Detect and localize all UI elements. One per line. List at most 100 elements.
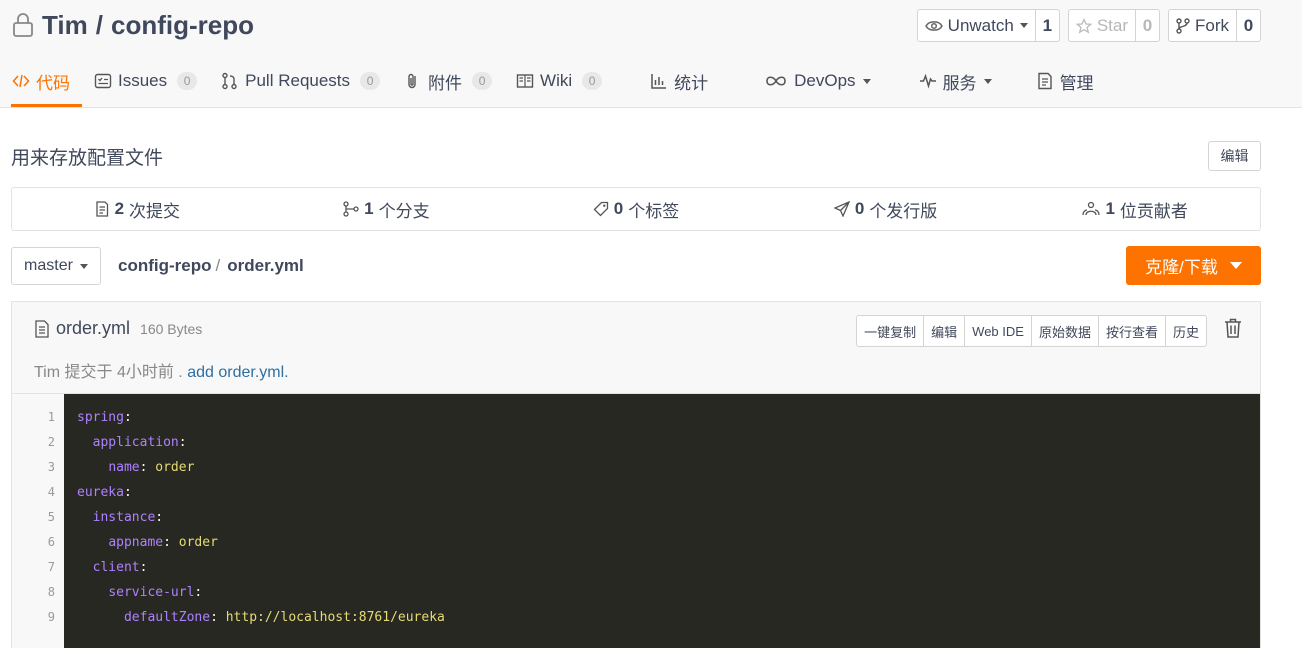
line-number[interactable]: 4 [12,483,64,508]
web-ide-button[interactable]: Web IDE [964,316,1031,346]
line-number[interactable]: 5 [12,508,64,533]
line-number[interactable]: 6 [12,533,64,558]
yaml-colon: : [139,560,148,575]
star-count[interactable]: 0 [1135,10,1159,41]
stat-label: 次提交 [129,201,181,221]
code-content: spring: application: name: order eureka:… [64,394,1260,648]
stat-tags[interactable]: 0 个标签 [511,188,761,230]
branch-icon [343,201,359,217]
breadcrumb-separator: / [215,256,221,275]
stat-count: 2 [114,199,125,218]
commit-time: 提交于 4小时前 . [64,364,183,381]
raw-button[interactable]: 原始数据 [1030,316,1098,346]
stat-commits[interactable]: 2 次提交 [12,188,262,230]
watch-count[interactable]: 1 [1034,10,1059,41]
tab-devops[interactable]: DevOps [720,58,882,104]
yaml-key: instance [92,510,156,525]
edit-file-button[interactable]: 编辑 [923,316,964,346]
fork-label: Fork [1195,15,1229,35]
repo-name-link[interactable]: config-repo [111,10,254,41]
trash-icon[interactable] [1224,318,1242,338]
stat-branches[interactable]: 1 个分支 [262,188,512,230]
tab-services[interactable]: 服务 [883,58,1004,104]
eye-icon [924,20,943,31]
chevron-down-icon [1229,262,1242,269]
star-button[interactable]: Star [1069,10,1135,41]
file-title: order.yml 160 Bytes [34,318,202,339]
stat-contributors[interactable]: 1 位贡献者 [1010,188,1260,230]
fork-button[interactable]: Fork [1169,10,1236,41]
line-number[interactable]: 3 [12,458,64,483]
tab-pull-requests[interactable]: Pull Requests 0 [209,58,392,104]
copy-button[interactable]: 一键复制 [857,316,923,346]
file-viewer: order.yml 160 Bytes 一键复制 编辑 Web IDE 原始数据… [11,301,1261,648]
stat-label: 位贡献者 [1119,201,1188,221]
watch-label: Unwatch [947,15,1014,35]
repo-stats-bar: 2 次提交 1 个分支 0 个标签 0 个发行版 1 位贡献者 [11,187,1261,231]
tab-issues[interactable]: Issues 0 [82,58,209,104]
yaml-value: http://localhost:8761/eureka [225,610,445,625]
tab-label: Issues [118,71,168,90]
code-line: application: [77,433,1260,458]
history-button[interactable]: 历史 [1164,316,1206,346]
fork-count[interactable]: 0 [1236,10,1260,41]
yaml-colon: : [210,610,226,625]
stat-count: 0 [854,199,865,218]
yaml-key: service-url [108,585,195,600]
file-icon [35,319,49,338]
tab-wiki[interactable]: Wiki 0 [504,58,614,104]
blame-button[interactable]: 按行查看 [1097,316,1165,346]
code-line: service-url: [77,583,1260,608]
yaml-key: name [108,460,140,475]
edit-description-button[interactable]: 编辑 [1208,141,1261,171]
wiki-count-badge: 0 [582,72,603,90]
yaml-value: order [178,535,218,550]
yaml-key: client [92,560,140,575]
repo-title: Tim / config-repo [12,8,254,42]
yaml-colon: : [163,535,179,550]
yaml-key: defaultZone [123,610,211,625]
code-line: instance: [77,508,1260,533]
tab-statistics[interactable]: 统计 [614,58,720,104]
line-number[interactable]: 2 [12,433,64,458]
pull-requests-count-badge: 0 [360,72,381,90]
code-icon [12,74,30,88]
branch-selector[interactable]: master [11,247,101,285]
tab-code[interactable]: 代码 [0,58,82,107]
repo-owner-link[interactable]: Tim [42,10,88,41]
yaml-value: order [155,460,195,475]
tab-label: 代码 [36,73,70,93]
clone-download-button[interactable]: 克隆/下载 [1126,246,1261,285]
tab-manage[interactable]: 管理 [1004,58,1106,104]
code-line: appname: order [77,533,1260,558]
yaml-key: appname [108,535,164,550]
commit-message-link[interactable]: add order.yml. [187,364,288,381]
line-number[interactable]: 7 [12,558,64,583]
tab-attachments[interactable]: 附件 0 [392,58,504,104]
breadcrumb: config-repo / order.yml [118,256,304,276]
repo-actions: Unwatch 1 Star 0 Fork 0 [916,9,1261,42]
file-name: order.yml [56,318,131,338]
commit-author[interactable]: Tim [34,364,60,381]
stat-count: 1 [1105,199,1115,218]
release-icon [833,201,850,217]
star-label: Star [1096,15,1128,35]
stat-label: 个发行版 [869,201,938,221]
repo-title-separator: / [95,9,103,40]
tab-label: Wiki [540,71,573,90]
paperclip-icon [408,73,416,89]
line-number[interactable]: 9 [12,608,64,633]
tab-label: DevOps [794,71,856,90]
line-number[interactable]: 1 [12,408,64,433]
watch-button[interactable]: Unwatch [918,10,1035,41]
fork-icon [1176,17,1190,34]
breadcrumb-repo-link[interactable]: config-repo [118,256,212,276]
stat-releases[interactable]: 0 个发行版 [761,188,1011,230]
code-line: defaultZone: http://localhost:8761/eurek… [77,608,1260,633]
stat-label: 个分支 [378,201,430,221]
line-number[interactable]: 8 [12,583,64,608]
